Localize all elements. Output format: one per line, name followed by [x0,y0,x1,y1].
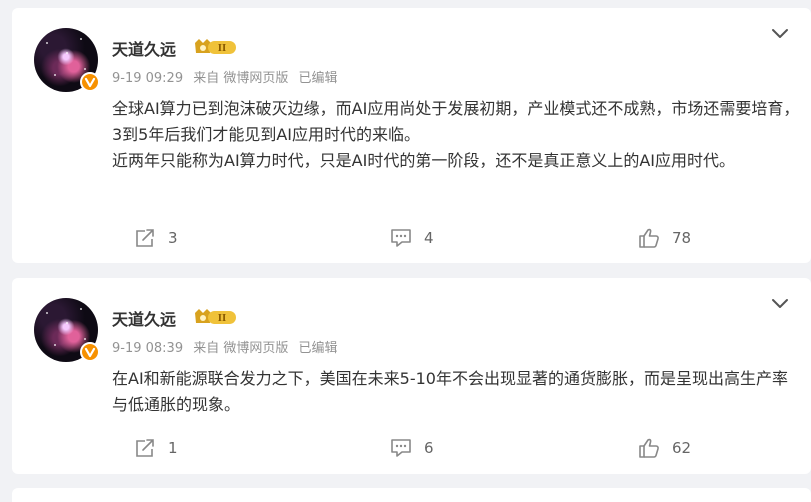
post-paragraph: 全球AI算力已到泡沫破灭边缘，而AI应用尚处于发展初期，产业模式还不成熟，市场还… [112,99,800,144]
level-badge-icon[interactable]: II [194,38,238,56]
like-icon [639,228,659,248]
weibo-feed: 天道久远 II 9-19 09:29 来自 微博网页版 已编辑 全球AI算力已到… [0,0,811,502]
post-time[interactable]: 9-19 09:29 [112,71,183,86]
edited-label[interactable]: 已编辑 [299,71,338,86]
comment-count: 6 [424,439,434,457]
username[interactable]: 天道久远 [112,36,176,60]
like-button[interactable]: 62 [638,438,691,458]
post-meta: 9-19 08:39 来自 微博网页版 已编辑 [112,337,338,356]
post-source: 来自 微博网页版 [193,71,289,86]
verified-icon [80,72,100,92]
svg-text:II: II [218,314,226,324]
post-card: 天道久远 II 9-19 09:29 来自 微博网页版 已编辑 全球AI算力已到… [12,8,811,263]
post-actions: 3 4 78 [12,228,811,252]
like-button[interactable]: 78 [638,228,691,248]
post-paragraph: 近两年只能称为AI算力时代，只是AI时代的第一阶段，还不是真正意义上的AI应用时… [112,151,735,170]
post-paragraph: 在AI和新能源联合发力之下，美国在未来5-10年不会出现显著的通货膨胀，而是呈现… [112,369,788,414]
post-meta: 9-19 09:29 来自 微博网页版 已编辑 [112,67,338,86]
comment-button[interactable]: 6 [390,438,434,458]
post-source: 来自 微博网页版 [193,341,289,356]
post-content: 在AI和新能源联合发力之下，美国在未来5-10年不会出现显著的通货膨胀，而是呈现… [112,366,802,418]
post-card [12,488,811,502]
repost-count: 3 [168,229,178,247]
post-content: 全球AI算力已到泡沫破灭边缘，而AI应用尚处于发展初期，产业模式还不成熟，市场还… [112,96,802,174]
repost-count: 1 [168,439,178,457]
post-time[interactable]: 9-19 08:39 [112,341,183,356]
repost-icon [136,439,154,457]
like-count: 62 [672,439,692,457]
verified-icon [80,342,100,362]
repost-button[interactable]: 3 [134,228,178,248]
repost-button[interactable]: 1 [134,438,178,458]
like-count: 78 [672,229,692,247]
post-card: 天道久远 II 9-19 08:39 来自 微博网页版 已编辑 在AI和新能源联… [12,278,811,474]
comment-icon [391,229,411,247]
chevron-down-icon[interactable] [771,26,789,40]
comment-icon [391,439,411,457]
level-badge-icon[interactable]: II [194,308,238,326]
post-actions: 1 6 62 [12,438,811,462]
edited-label[interactable]: 已编辑 [299,341,338,356]
like-icon [639,438,659,458]
chevron-down-icon[interactable] [771,296,789,310]
svg-text:II: II [218,44,226,54]
comment-button[interactable]: 4 [390,228,434,248]
comment-count: 4 [424,229,434,247]
repost-icon [136,229,154,247]
username[interactable]: 天道久远 [112,306,176,330]
